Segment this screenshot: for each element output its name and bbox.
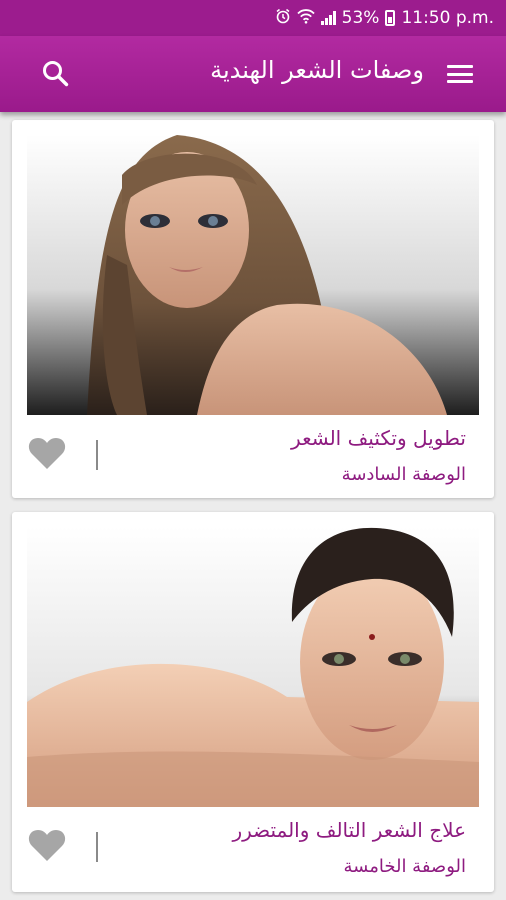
recipe-subtitle: الوصفة السادسة <box>341 464 466 485</box>
recipe-card[interactable]: تطويل وتكثيف الشعر الوصفة السادسة <box>12 120 494 498</box>
signal-icon <box>320 11 336 25</box>
divider <box>96 440 98 470</box>
favorite-button[interactable] <box>28 436 66 470</box>
alarm-icon <box>275 8 291 28</box>
battery-percent: 53% <box>341 8 380 28</box>
heart-icon <box>28 830 66 861</box>
recipe-image <box>27 135 479 415</box>
recipe-title: علاج الشعر التالف والمتضرر <box>232 818 466 842</box>
status-bar: 53% 11:50 p.m. <box>0 0 506 36</box>
heart-icon <box>28 438 66 469</box>
wifi-icon <box>296 8 315 28</box>
battery-icon <box>385 10 396 26</box>
recipe-card[interactable]: علاج الشعر التالف والمتضرر الوصفة الخامس… <box>12 512 494 892</box>
favorite-button[interactable] <box>28 828 66 862</box>
recipe-list[interactable]: تطويل وتكثيف الشعر الوصفة السادسة علاج ا… <box>0 112 506 900</box>
app-bar: وصفات الشعر الهندية <box>0 36 506 112</box>
page-title: وصفات الشعر الهندية <box>210 56 424 84</box>
recipe-subtitle: الوصفة الخامسة <box>343 856 466 877</box>
divider <box>96 832 98 862</box>
hamburger-menu-icon <box>447 65 473 68</box>
search-button[interactable] <box>38 58 72 92</box>
clock: 11:50 p.m. <box>401 8 494 28</box>
recipe-title: تطويل وتكثيف الشعر <box>291 426 466 450</box>
menu-button[interactable] <box>446 62 474 86</box>
recipe-image <box>27 527 479 807</box>
search-icon <box>41 59 69 91</box>
